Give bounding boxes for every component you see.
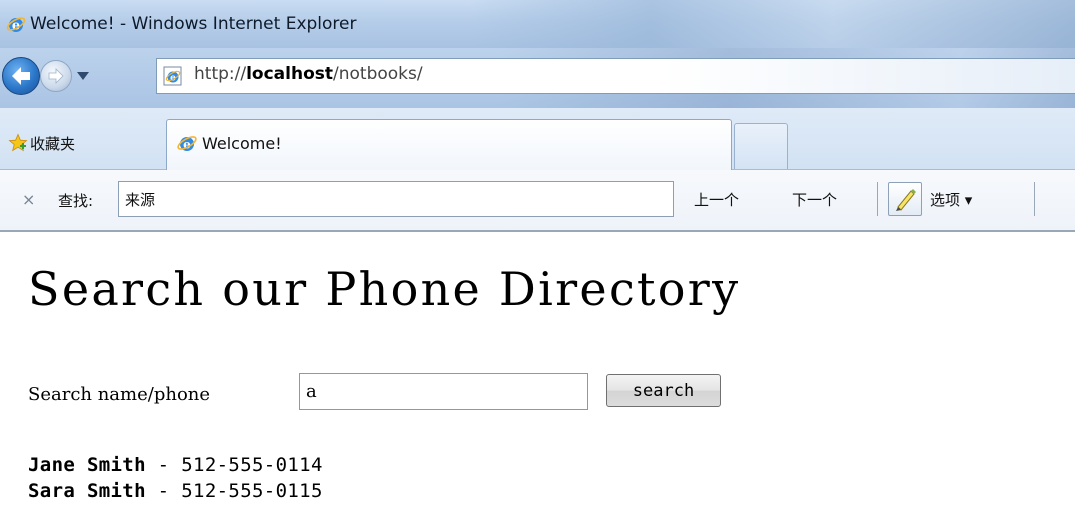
find-previous-button[interactable]: 上一个 [694, 189, 739, 210]
result-phone: 512-555-0114 [181, 454, 323, 476]
highlight-button[interactable] [888, 182, 922, 216]
tab-label: Welcome! [202, 134, 282, 153]
page-heading: Search our Phone Directory [28, 262, 741, 316]
search-button[interactable]: search [606, 374, 721, 407]
close-icon[interactable]: × [22, 190, 35, 209]
window-title: Welcome! - Windows Internet Explorer [30, 14, 357, 34]
result-name: Sara Smith [28, 480, 146, 502]
result-separator: - [145, 454, 182, 476]
find-options-dropdown[interactable]: 选项 ▾ [930, 189, 972, 210]
search-label: Search name/phone [28, 384, 211, 405]
result-separator: - [145, 480, 182, 502]
history-dropdown-icon[interactable] [76, 70, 90, 82]
list-item: Sara Smith - 512-555-0115 [28, 478, 323, 504]
divider [1034, 182, 1035, 216]
find-input[interactable] [118, 181, 674, 217]
highlighter-pen-icon [896, 189, 916, 211]
arrow-left-icon [12, 67, 30, 85]
result-phone: 512-555-0115 [181, 480, 323, 502]
favorites-star-icon[interactable] [8, 133, 28, 153]
result-name: Jane Smith [28, 454, 146, 476]
back-button[interactable] [2, 57, 40, 95]
favorites-button[interactable]: 收藏夹 [30, 133, 75, 154]
arrow-right-icon [48, 68, 64, 84]
find-label: 查找: [58, 192, 94, 210]
find-next-button[interactable]: 下一个 [792, 189, 837, 210]
page-icon: e [163, 66, 182, 86]
list-item: Jane Smith - 512-555-0114 [28, 452, 323, 478]
forward-button[interactable] [40, 60, 72, 92]
new-tab-button[interactable] [734, 123, 788, 169]
ie-logo-icon: e [6, 17, 26, 34]
results-list: Jane Smith - 512-555-0114 Sara Smith - 5… [28, 452, 323, 504]
ie-tab-icon: e [177, 136, 197, 152]
title-bar-glass [470, 0, 1075, 48]
divider [877, 182, 878, 216]
address-url[interactable]: http://localhost/notbooks/ [194, 64, 423, 84]
search-input[interactable] [299, 373, 588, 410]
